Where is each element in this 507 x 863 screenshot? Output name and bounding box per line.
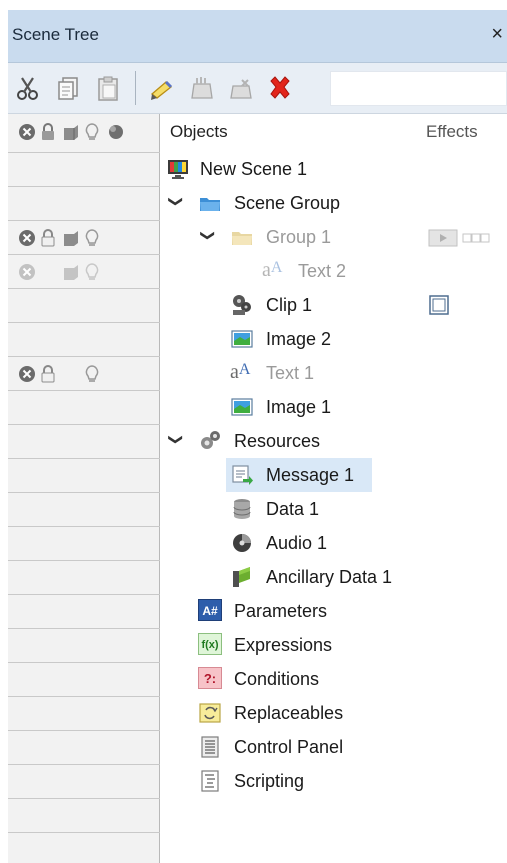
tree-node-new-scene-1[interactable]: New Scene 1 [0,152,507,186]
expressions-icon: f(x) [198,633,222,655]
tree-node-label: Message 1 [266,465,355,485]
remove-icon[interactable] [228,74,256,102]
folder-icon [200,198,220,211]
tree-node-clip-1[interactable]: Clip 1 [0,288,507,322]
effects-column-header[interactable]: Effects [426,122,478,142]
tree-node-label: Clip 1 [266,295,313,315]
chevron-down-icon[interactable]: ❯ [167,434,184,446]
image-icon [231,330,253,348]
chevron-down-icon[interactable]: ❯ [199,230,216,242]
parameters-icon: A# [198,599,222,621]
tree-node-data-1[interactable]: Data 1 [0,492,507,526]
tree-node-label: Parameters [234,601,328,621]
cut-icon[interactable] [14,74,42,102]
disable-icon[interactable] [18,123,36,141]
tree-node-ancillary-data-1[interactable]: Ancillary Data 1 [0,560,507,594]
toolbar [8,63,507,114]
tree-node-label: Conditions [234,669,320,689]
conditions-icon: ?: [198,667,222,689]
audio-icon [233,534,251,552]
light-icon[interactable] [84,122,100,142]
objects-column-header[interactable]: Objects [170,122,228,142]
toolbar-separator [135,71,136,105]
effect-icon[interactable] [428,294,450,316]
tree-node-text-1[interactable]: aA Text 1 [0,356,507,390]
effect-icon[interactable] [428,229,458,247]
tree-node-message-1[interactable]: Message 1 [0,458,507,492]
tree-node-text-2[interactable]: aA Text 2 [0,254,507,288]
tree-node-label: Image 1 [266,397,332,417]
folder-icon [232,232,252,245]
clip-icon [233,295,251,315]
tree-node-scene-group[interactable]: ❯ Scene Group [0,186,507,220]
tree-node-replaceables[interactable]: Replaceables [0,696,507,730]
tree-node-label: Replaceables [234,703,344,723]
tree-node-label: Audio 1 [266,533,328,553]
tree-node-label: Text 1 [266,363,315,383]
tree-node-label: Image 2 [266,329,332,349]
ancillary-icon [233,567,250,587]
tree-node-audio-1[interactable]: Audio 1 [0,526,507,560]
tree-node-control-panel[interactable]: Control Panel [0,730,507,764]
tree-node-label: Expressions [234,635,333,655]
paste-icon[interactable] [94,74,122,102]
resources-icon [201,431,220,449]
delete-icon[interactable] [266,74,294,102]
copy-icon[interactable] [54,74,82,102]
database-icon [233,499,251,519]
row-divider [8,798,160,799]
tree-node-scripting[interactable]: Scripting [0,764,507,798]
panel-title: Scene Tree [12,25,99,44]
scene-icon [168,160,188,179]
effect-icon[interactable] [462,233,492,243]
shadow-icon[interactable] [106,123,126,141]
control-panel-icon [201,736,219,758]
search-input[interactable] [330,71,507,106]
text-icon: aA [262,259,283,281]
tree-node-image-2[interactable]: Image 2 [0,322,507,356]
tree-node-label: Text 2 [298,261,347,281]
tree-node-label: Scene Group [234,193,341,213]
tree-node-label: Data 1 [266,499,320,519]
close-button[interactable]: × [491,23,503,46]
chevron-down-icon[interactable]: ❯ [167,196,184,208]
tree-node-resources[interactable]: ❯ Resources [0,424,507,458]
visibility-icon[interactable] [62,123,80,141]
tree-node-expressions[interactable]: f(x) Expressions [0,628,507,662]
tree-node-conditions[interactable]: ?: Conditions [0,662,507,696]
tree-node-label: Resources [234,431,321,451]
lock-icon[interactable] [40,122,56,142]
scripting-icon [201,770,219,792]
tree-node-label: Control Panel [234,737,344,757]
replaceables-icon [199,703,221,723]
image-icon [231,398,253,416]
tree-node-label: Group 1 [266,227,332,247]
tree-node-label: Scripting [234,771,305,791]
tree-node-parameters[interactable]: A# Parameters [0,594,507,628]
text-icon: aA [230,361,251,383]
tree-node-group-1[interactable]: ❯ Group 1 [0,220,507,254]
panel-titlebar: Scene Tree × [8,10,507,63]
row-divider [8,832,160,833]
tree-node-image-1[interactable]: Image 1 [0,390,507,424]
add-icon[interactable] [188,74,216,102]
tree-node-label: Ancillary Data 1 [266,567,393,587]
tree-node-label: New Scene 1 [200,159,308,179]
message-icon [232,465,253,485]
rename-icon[interactable] [148,74,176,102]
